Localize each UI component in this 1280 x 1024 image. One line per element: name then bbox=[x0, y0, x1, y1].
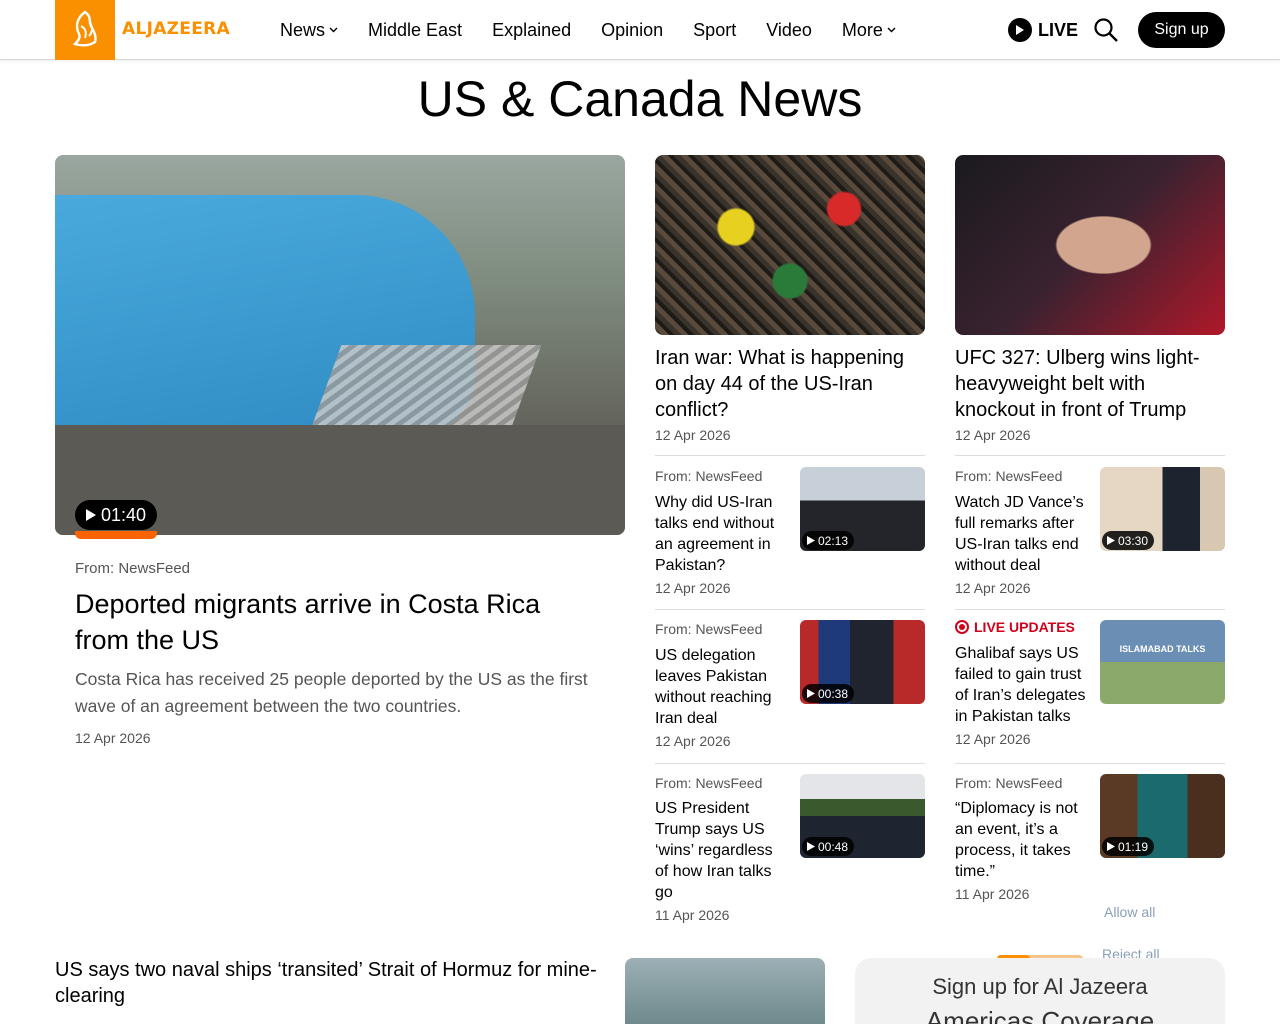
story-thumbnail[interactable]: ISLAMABAD TALKS bbox=[1100, 620, 1225, 704]
newsletter-title: Sign up for Al Jazeera bbox=[932, 974, 1148, 999]
thumbnail-caption: ISLAMABAD TALKS bbox=[1119, 644, 1206, 654]
play-icon bbox=[807, 842, 815, 851]
story-date: 12 Apr 2026 bbox=[655, 427, 731, 443]
chevron-down-icon bbox=[329, 27, 338, 33]
nav-item-video[interactable]: Video bbox=[766, 20, 812, 41]
video-duration: 03:30 bbox=[1118, 533, 1149, 548]
chevron-down-icon bbox=[887, 27, 896, 33]
story-date: 12 Apr 2026 bbox=[955, 731, 1031, 747]
page-title: US & Canada News bbox=[417, 71, 863, 127]
divider bbox=[655, 455, 925, 456]
video-duration: 02:13 bbox=[818, 533, 849, 548]
nav-item-news[interactable]: News bbox=[280, 20, 338, 41]
nav-item-sport[interactable]: Sport bbox=[693, 20, 736, 41]
story-date: 12 Apr 2026 bbox=[955, 427, 1031, 443]
nav-item-label: Sport bbox=[693, 19, 737, 40]
video-duration: 00:38 bbox=[818, 686, 849, 701]
feature-story-title[interactable]: Iran war: What is happening on day 44 of… bbox=[655, 345, 925, 423]
live-updates-label: LIVE UPDATES bbox=[974, 619, 1075, 635]
story-source: From: NewsFeed bbox=[655, 775, 763, 791]
feature-story-title[interactable]: UFC 327: Ulberg wins light-heavyweight b… bbox=[955, 345, 1225, 423]
live-label: LIVE bbox=[1038, 19, 1079, 40]
divider bbox=[955, 609, 1225, 610]
story-date: 11 Apr 2026 bbox=[655, 907, 730, 923]
nav-item-label: Video bbox=[766, 19, 812, 40]
story-thumbnail[interactable] bbox=[625, 958, 825, 1024]
story-source: From: NewsFeed bbox=[955, 468, 1063, 484]
newsletter-subtitle: Americas Coverage bbox=[925, 1006, 1155, 1024]
live-updates-badge: LIVE UPDATES bbox=[955, 619, 1075, 635]
lead-story-image[interactable] bbox=[55, 155, 625, 535]
video-duration: 00:48 bbox=[818, 839, 849, 854]
aljazeera-logo-icon[interactable] bbox=[55, 0, 115, 60]
story-title[interactable]: Ghalibaf says US failed to gain trust of… bbox=[955, 643, 1090, 727]
divider bbox=[655, 763, 925, 764]
video-duration: 01:40 bbox=[101, 504, 147, 525]
story-source: From: NewsFeed bbox=[955, 775, 1063, 791]
story-source: From: NewsFeed bbox=[655, 468, 763, 484]
story-title[interactable]: Watch JD Vance’s full remarks after US-I… bbox=[955, 492, 1090, 576]
nav-item-middle-east[interactable]: Middle East bbox=[368, 20, 462, 41]
newsletter-signup-card[interactable]: Sign up for Al Jazeera Americas Coverage bbox=[855, 958, 1225, 1024]
video-duration-badge[interactable]: 00:38 bbox=[802, 684, 855, 703]
story-date: 12 Apr 2026 bbox=[655, 733, 731, 749]
story-title[interactable]: Why did US-Iran talks end without an agr… bbox=[655, 492, 790, 576]
nav-item-more[interactable]: More bbox=[842, 20, 896, 41]
story-title[interactable]: “Diplomacy is not an event, it’s a proce… bbox=[955, 798, 1090, 882]
sign-up-button[interactable]: Sign up bbox=[1138, 12, 1225, 48]
video-duration: 01:19 bbox=[1118, 839, 1149, 854]
play-icon bbox=[1107, 842, 1115, 851]
nav-item-opinion[interactable]: Opinion bbox=[601, 20, 663, 41]
live-button[interactable]: LIVE bbox=[1008, 18, 1078, 42]
story-source: From: NewsFeed bbox=[75, 560, 191, 577]
divider bbox=[955, 455, 1225, 456]
nav-item-label: Explained bbox=[492, 19, 572, 40]
play-icon bbox=[1107, 536, 1115, 545]
story-date: 11 Apr 2026 bbox=[955, 886, 1030, 902]
play-icon bbox=[807, 689, 815, 698]
video-duration-badge[interactable]: 01:40 bbox=[75, 500, 158, 530]
nav-item-label: News bbox=[280, 19, 326, 40]
nav-item-label: Opinion bbox=[601, 19, 664, 40]
lead-story-description: Costa Rica has received 25 people deport… bbox=[75, 669, 588, 716]
lead-story-title[interactable]: Deported migrants arrive in Costa Rica f… bbox=[75, 586, 595, 658]
story-title[interactable]: US President Trump says US ‘wins’ regard… bbox=[655, 798, 790, 903]
nav-item-label: Middle East bbox=[368, 19, 463, 40]
feature-story-image[interactable] bbox=[655, 155, 925, 335]
video-duration-badge[interactable]: 03:30 bbox=[1102, 531, 1155, 550]
divider bbox=[955, 763, 1225, 764]
feature-story-image[interactable] bbox=[955, 155, 1225, 335]
video-duration-badge[interactable]: 00:48 bbox=[802, 837, 855, 856]
story-title[interactable]: US delegation leaves Pakistan without re… bbox=[655, 645, 790, 729]
video-duration-badge[interactable]: 02:13 bbox=[802, 531, 855, 550]
search-icon[interactable] bbox=[1093, 17, 1119, 48]
video-duration-badge[interactable]: 01:19 bbox=[1102, 837, 1155, 856]
story-date: 12 Apr 2026 bbox=[655, 580, 731, 596]
play-icon bbox=[86, 509, 96, 521]
nav-item-explained[interactable]: Explained bbox=[492, 20, 571, 41]
nav-item-label: More bbox=[841, 19, 883, 40]
logo-wordmark[interactable]: ALJAZEERA bbox=[122, 19, 230, 39]
story-date: 12 Apr 2026 bbox=[955, 580, 1031, 596]
main-nav: News Middle East Explained Opinion Sport… bbox=[280, 0, 926, 60]
video-progress-bar bbox=[75, 531, 157, 539]
divider bbox=[655, 609, 925, 610]
story-title[interactable]: US says two naval ships ‘transited’ Stra… bbox=[55, 957, 615, 1009]
live-indicator-icon bbox=[955, 620, 969, 634]
play-icon bbox=[1008, 18, 1032, 42]
story-source: From: NewsFeed bbox=[655, 621, 763, 637]
site-header: ALJAZEERA News Middle East Explained Opi… bbox=[0, 0, 1280, 60]
allow-all-cookies-button[interactable]: Allow all bbox=[1104, 904, 1155, 920]
play-icon bbox=[807, 536, 815, 545]
story-date: 12 Apr 2026 bbox=[75, 730, 151, 746]
